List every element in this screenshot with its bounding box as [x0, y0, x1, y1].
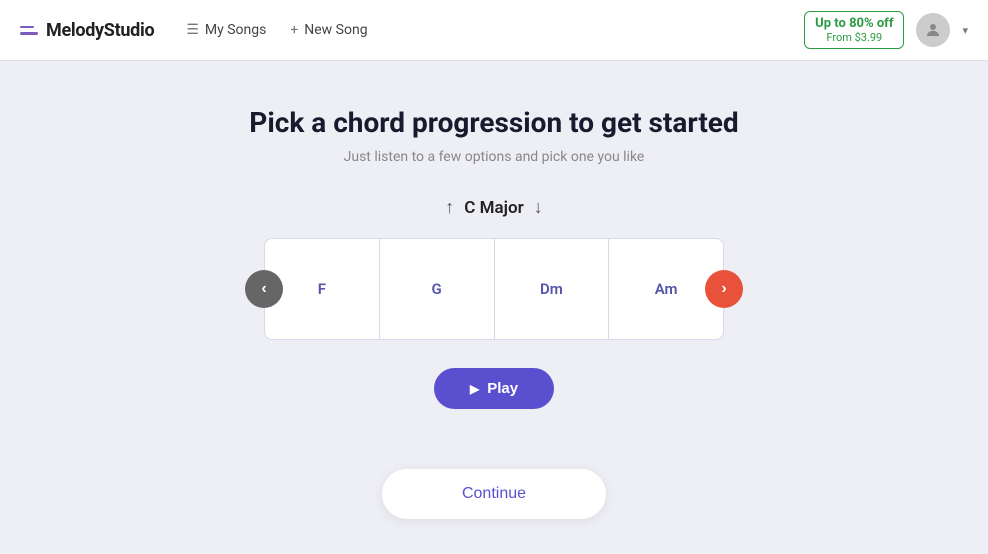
key-label: C Major — [464, 198, 523, 218]
chord-name-2: G — [432, 280, 442, 298]
logo-text: MelodyStudio — [46, 20, 154, 41]
list-icon: ☰ — [186, 22, 199, 38]
continue-label: Continue — [462, 485, 526, 502]
user-chevron-icon[interactable]: ▾ — [962, 24, 968, 37]
play-label: Play — [487, 380, 518, 397]
new-song-nav[interactable]: + New Song — [290, 22, 367, 38]
key-down-arrow[interactable]: ↓ — [534, 197, 543, 218]
header: MelodyStudio ☰ My Songs + New Song Up to… — [0, 0, 988, 61]
promo-main-text: Up to 80% off — [815, 16, 893, 31]
chord-container: ‹ F G Dm Am › — [264, 238, 724, 340]
chord-name-4: Am — [655, 280, 678, 298]
key-up-arrow[interactable]: ↑ — [445, 197, 454, 218]
page-title: Pick a chord progression to get started — [249, 106, 738, 139]
promo-badge[interactable]: Up to 80% off From $3.99 — [804, 11, 904, 49]
logo-area: MelodyStudio — [20, 20, 154, 41]
main-content: Pick a chord progression to get started … — [0, 61, 988, 519]
logo-icon[interactable] — [20, 26, 38, 35]
chord-name-1: F — [318, 280, 326, 298]
chord-name-3: Dm — [540, 280, 563, 298]
key-selector: ↑ C Major ↓ — [445, 197, 542, 218]
page-subtitle: Just listen to a few options and pick on… — [344, 149, 645, 165]
chord-cell-3[interactable]: Dm — [495, 239, 610, 339]
promo-sub-text: From $3.99 — [815, 31, 893, 44]
next-chord-button[interactable]: › — [705, 270, 743, 308]
continue-button[interactable]: Continue — [382, 469, 606, 519]
chord-grid: F G Dm Am — [264, 238, 724, 340]
prev-chord-button[interactable]: ‹ — [245, 270, 283, 308]
header-right: Up to 80% off From $3.99 ▾ — [804, 11, 968, 49]
user-avatar[interactable] — [916, 13, 950, 47]
plus-icon: + — [290, 22, 298, 38]
play-button[interactable]: ▶ Play — [434, 368, 554, 409]
my-songs-nav[interactable]: ☰ My Songs — [186, 22, 266, 38]
chord-cell-2[interactable]: G — [380, 239, 495, 339]
nav-area: ☰ My Songs + New Song — [186, 22, 367, 38]
new-song-label: New Song — [304, 22, 367, 38]
play-icon: ▶ — [470, 382, 479, 396]
my-songs-label: My Songs — [205, 22, 266, 38]
